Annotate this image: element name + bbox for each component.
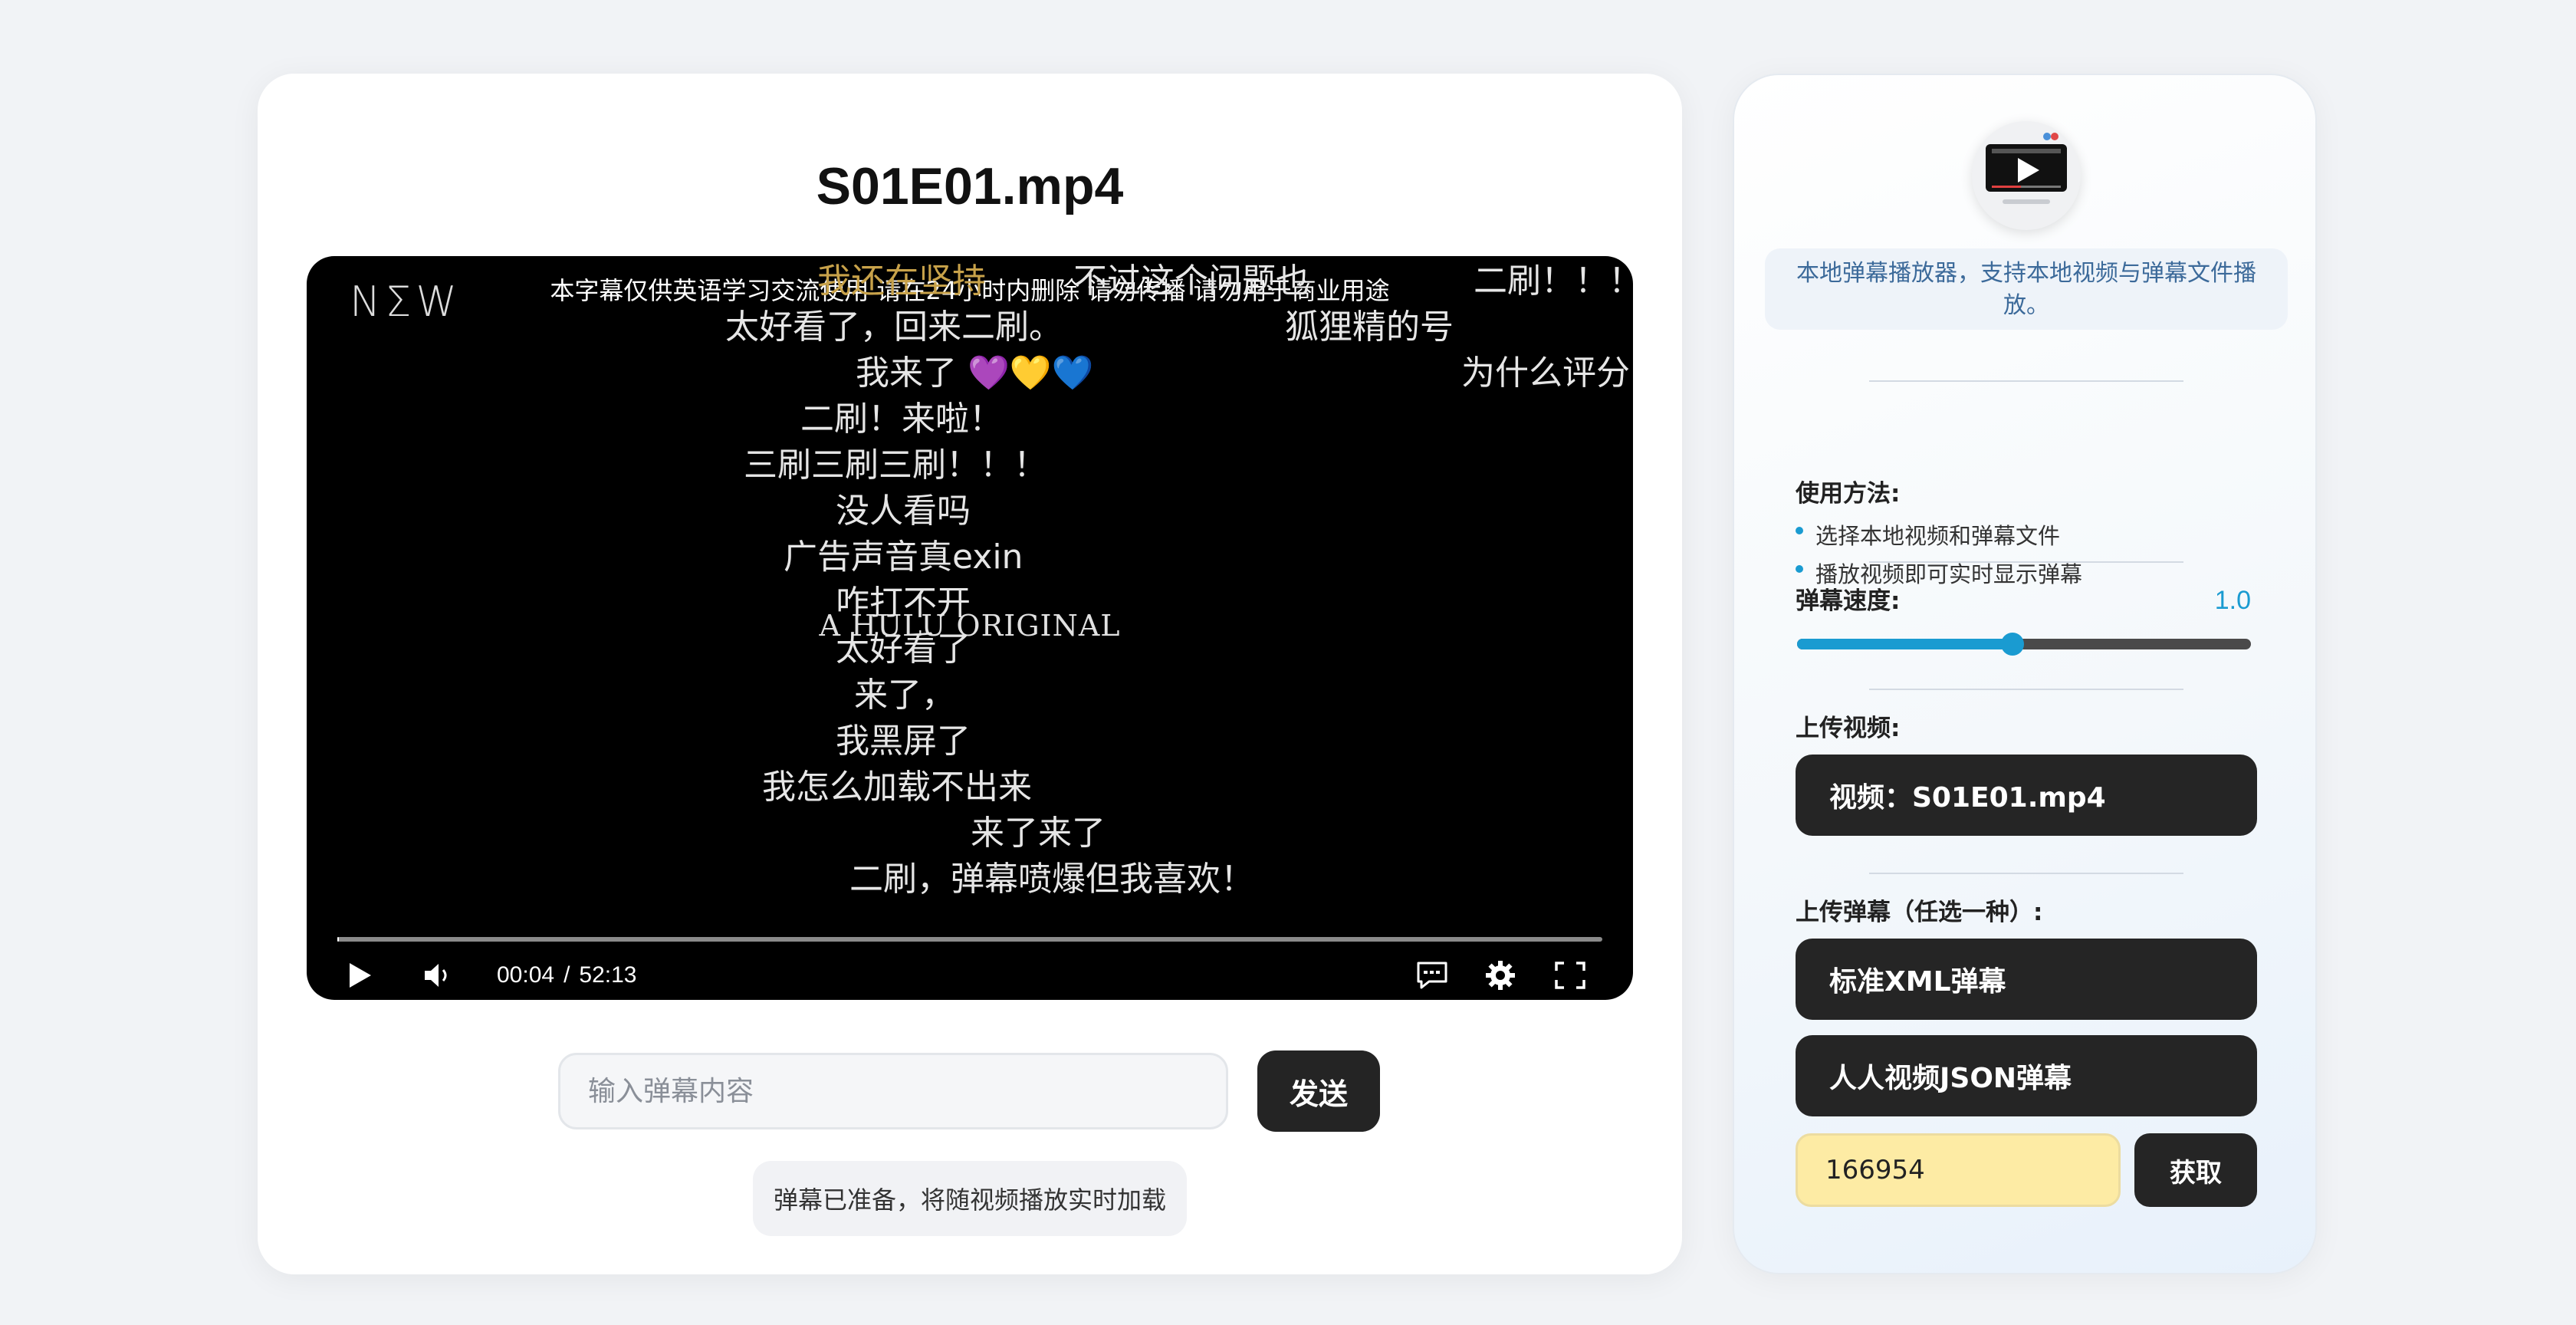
settings-button[interactable] — [1484, 954, 1516, 997]
upload-video-button[interactable]: 视频：S01E01.mp4 — [1796, 755, 2257, 836]
danmaku-item: 不过这个问题也 — [1073, 261, 1309, 301]
captions-button[interactable] — [1415, 954, 1449, 997]
fetch-button[interactable]: 获取 — [2134, 1133, 2257, 1207]
upload-video-label: 上传视频: — [1796, 715, 1901, 742]
speed-slider-thumb[interactable] — [2001, 633, 2025, 656]
danmaku-item: 我黑屏了 — [836, 722, 971, 761]
speed-value: 1.0 — [2214, 586, 2251, 615]
volume-button[interactable] — [423, 954, 454, 997]
video-player[interactable]: NΣW 本字幕仅供英语学习交流使用 请在24小时内删除 请勿传播 请勿用于商业用… — [307, 256, 1633, 1000]
danmaku-item: 来了来了 — [971, 814, 1106, 853]
usage-item-text: 选择本地视频和弹幕文件 — [1815, 523, 2061, 549]
danmaku-item: 我还在坚持 — [817, 261, 986, 301]
video-title: S01E01.mp4 — [816, 157, 1124, 215]
bullet-icon — [1796, 565, 1803, 573]
volume-icon — [423, 962, 454, 989]
danmaku-item: 太好看了 — [836, 630, 971, 669]
danmaku-item: 三刷三刷三刷！！！ — [744, 446, 1047, 485]
danmaku-item: 来了， — [854, 676, 955, 715]
json-danmaku-button[interactable]: 人人视频JSON弹幕 — [1796, 1035, 2257, 1116]
danmaku-item: 咋打不开 — [836, 584, 971, 623]
app-logo — [1972, 121, 2081, 230]
danmaku-item: 我来了 💜💛💙 — [856, 353, 1094, 393]
app-description: 本地弹幕播放器，支持本地视频与弹幕文件播放。 — [1765, 248, 2288, 330]
player-card: S01E01.mp4 NΣW 本字幕仅供英语学习交流使用 请在24小时内删除 请… — [258, 74, 1682, 1274]
time-display: 00:04 / 52:13 — [497, 954, 637, 997]
divider — [1869, 380, 2183, 382]
time-separator: / — [564, 962, 570, 988]
fullscreen-icon — [1555, 962, 1585, 989]
upload-danmaku-label: 上传弹幕（任选一种）: — [1796, 899, 2043, 926]
danmaku-item: 太好看了，回来二刷。 — [725, 307, 1063, 347]
divider — [1869, 561, 2183, 563]
danmaku-item: 为什么评分 — [1461, 353, 1630, 393]
status-message: 弹幕已准备，将随视频播放实时加载 — [753, 1161, 1187, 1236]
danmaku-item: 二刷，弹幕喷爆但我喜欢！ — [849, 860, 1254, 899]
speed-slider-fill — [1797, 639, 2013, 649]
current-time: 00:04 — [497, 962, 555, 988]
bullet-icon — [1796, 527, 1803, 534]
divider — [1869, 873, 2183, 874]
danmaku-input-row: 发送 — [558, 1050, 1380, 1132]
danmaku-item: 狐狸精的号 — [1285, 307, 1454, 347]
sidebar-panel: 本地弹幕播放器，支持本地视频与弹幕文件播放。 使用方法: 选择本地视频和弹幕文件… — [1733, 74, 2317, 1274]
xml-danmaku-button[interactable]: 标准XML弹幕 — [1796, 939, 2257, 1020]
divider — [1869, 689, 2183, 690]
play-button[interactable] — [348, 954, 373, 997]
captions-icon — [1415, 960, 1449, 991]
danmaku-input[interactable] — [558, 1053, 1228, 1129]
danmaku-item: 我怎么加载不出来 — [762, 768, 1032, 807]
send-button[interactable]: 发送 — [1257, 1050, 1380, 1132]
progress-bar[interactable] — [337, 937, 1602, 942]
speed-label: 弹幕速度: — [1796, 587, 1901, 615]
fullscreen-button[interactable] — [1555, 954, 1585, 997]
danmaku-item: 二刷！！！ — [1474, 261, 1633, 301]
usage-item: 选择本地视频和弹幕文件 — [1796, 518, 2060, 551]
danmaku-item: 广告声音真exin — [784, 538, 1024, 577]
danmaku-id-input[interactable] — [1796, 1133, 2121, 1207]
progress-fill — [337, 937, 340, 942]
play-icon — [348, 962, 373, 989]
duration: 52:13 — [579, 962, 637, 988]
speed-slider[interactable] — [1797, 633, 2251, 656]
danmaku-item: 没人看吗 — [836, 492, 971, 531]
gear-icon — [1484, 959, 1516, 991]
danmaku-item: 二刷！来啦！ — [800, 399, 1003, 439]
usage-title: 使用方法: — [1796, 480, 1901, 508]
